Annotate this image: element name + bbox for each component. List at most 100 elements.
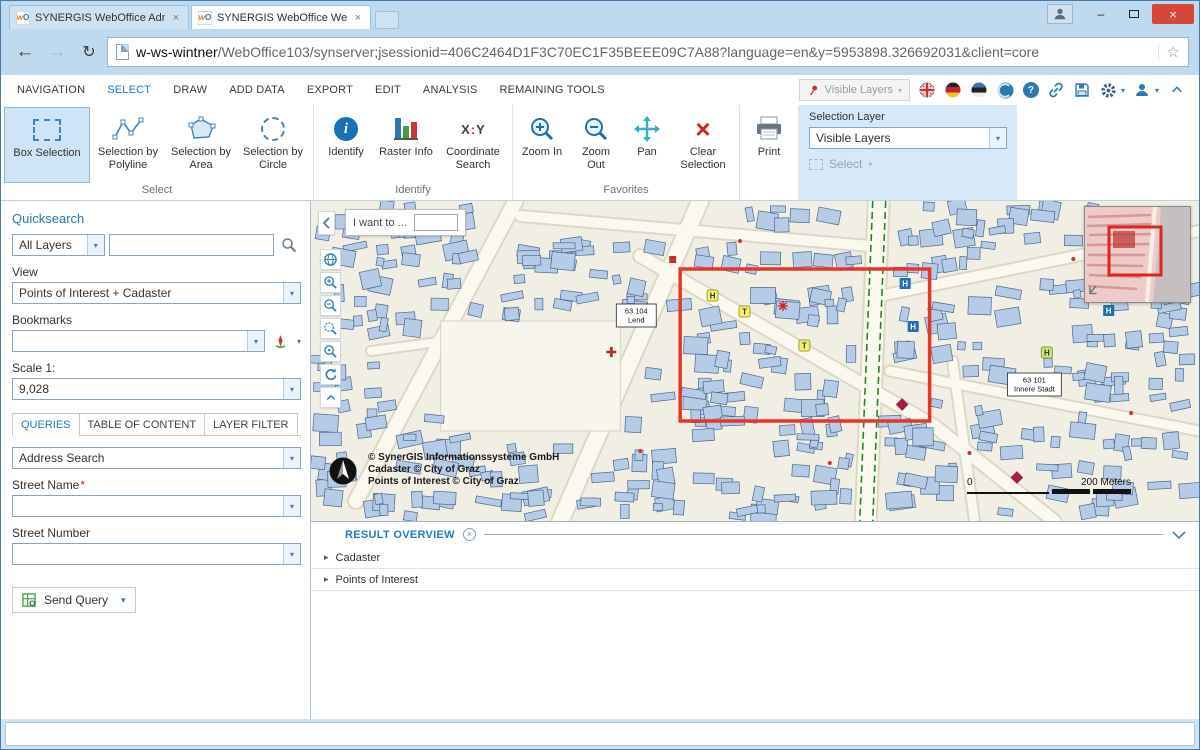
collapse-map-tools-button[interactable]: [320, 387, 341, 408]
collapse-sidebar-button[interactable]: [318, 211, 335, 235]
map-zoom-out-button[interactable]: [320, 295, 341, 316]
refresh-map-button[interactable]: [320, 364, 341, 385]
result-row-cadaster[interactable]: ▸ Cadaster: [311, 547, 1199, 569]
close-button[interactable]: ×: [1152, 4, 1194, 24]
flag-estonia-icon[interactable]: [971, 82, 988, 99]
flag-germany-icon[interactable]: [945, 82, 962, 99]
tab-close-icon[interactable]: ×: [170, 12, 182, 24]
visible-layers-pinned-dropdown[interactable]: Visible Layers ▾: [799, 79, 910, 101]
chevron-down-icon: ▾: [868, 160, 872, 169]
identify-tool[interactable]: i Identify: [317, 107, 375, 183]
browser-tab-admin[interactable]: wO SYNERGIS WebOffice Adm ×: [9, 5, 189, 29]
tab-close-icon[interactable]: ×: [352, 12, 364, 24]
query-type-dropdown[interactable]: Address Search ▾: [12, 447, 301, 469]
i-want-to-widget[interactable]: I want to ...: [345, 209, 466, 236]
quicksearch-layer-dropdown[interactable]: All Layers ▾: [12, 234, 105, 256]
search-button[interactable]: [278, 234, 301, 256]
raster-info-tool[interactable]: Raster Info: [375, 107, 437, 183]
url-text[interactable]: w-ws-wintner/WebOffice103/synserver;jses…: [136, 44, 1151, 60]
expand-triangle-icon[interactable]: ▸: [324, 552, 329, 563]
select-dropdown-button[interactable]: Select ▾: [809, 157, 1007, 171]
selection-by-circle-tool[interactable]: Selection by Circle: [236, 107, 310, 183]
browser-tab-web[interactable]: wO SYNERGIS WebOffice Web ×: [191, 5, 371, 29]
forward-button[interactable]: →: [43, 38, 71, 66]
i-want-to-input[interactable]: [414, 214, 458, 231]
overview-globe-button[interactable]: [320, 249, 341, 270]
save-icon[interactable]: [1074, 82, 1091, 99]
selection-by-polyline-tool[interactable]: Selection by Polyline: [90, 107, 166, 183]
favorites-star-icon[interactable]: ☆: [1158, 43, 1180, 61]
send-query-button[interactable]: Send Query ▾: [12, 587, 136, 613]
result-row-points-of-interest[interactable]: ▸ Points of Interest: [311, 569, 1199, 591]
add-bookmark-button[interactable]: [269, 330, 293, 352]
close-results-icon[interactable]: ×: [463, 528, 476, 541]
svg-text:H: H: [1106, 306, 1112, 315]
tab-layer-filter[interactable]: LAYER FILTER: [205, 413, 297, 436]
map-viewport[interactable]: H T T H H H H: [311, 201, 1199, 521]
chevron-down-icon: ▾: [283, 544, 300, 564]
map-zoom-in-button[interactable]: [320, 272, 341, 293]
pan-arrows-icon: [633, 112, 661, 146]
chevron-down-icon[interactable]: [1171, 529, 1187, 541]
maximize-button[interactable]: [1119, 4, 1149, 24]
chevron-down-icon[interactable]: ▾: [1121, 86, 1125, 95]
menu-navigation[interactable]: NAVIGATION: [17, 84, 85, 96]
collapse-ribbon-icon[interactable]: [1168, 82, 1185, 99]
chevron-down-icon: ▾: [283, 448, 300, 468]
street-number-combo[interactable]: ▾: [12, 543, 301, 565]
menu-edit[interactable]: EDIT: [375, 84, 401, 96]
box-selection-tool[interactable]: Box Selection: [4, 107, 90, 183]
selection-layer-dropdown[interactable]: Visible Layers ▾: [809, 127, 1007, 149]
scale-dropdown[interactable]: 9,028 ▾: [12, 378, 301, 400]
zoom-out-tool[interactable]: Zoom Out: [568, 107, 624, 183]
zoom-in-tool[interactable]: Zoom In: [516, 107, 568, 183]
print-tool[interactable]: Print: [743, 107, 795, 183]
expand-triangle-icon[interactable]: ▸: [324, 574, 329, 585]
gear-icon[interactable]: [1100, 82, 1117, 99]
zoom-window-button[interactable]: [320, 318, 341, 339]
address-bar[interactable]: w-ws-wintner/WebOffice103/synserver;jses…: [107, 37, 1189, 67]
sidebar: Quicksearch All Layers ▾ View Points of …: [1, 201, 311, 719]
overview-map[interactable]: [1084, 206, 1191, 303]
help-icon[interactable]: ?: [1023, 82, 1039, 98]
view-dropdown[interactable]: Points of Interest + Cadaster ▾: [12, 282, 301, 304]
login-person-icon[interactable]: [1134, 82, 1151, 99]
flag-uk-icon[interactable]: [919, 82, 936, 99]
tab-table-of-content[interactable]: TABLE OF CONTENT: [80, 413, 206, 436]
refresh-button[interactable]: ↻: [75, 38, 103, 66]
menu-draw[interactable]: DRAW: [173, 84, 207, 96]
clear-selection-tool[interactable]: × Clear Selection: [670, 107, 736, 183]
user-account-button[interactable]: [1047, 4, 1073, 24]
chevron-down-icon[interactable]: ▾: [297, 337, 301, 346]
menu-add-data[interactable]: ADD DATA: [229, 84, 285, 96]
street-name-combo[interactable]: ▾: [12, 495, 301, 517]
result-overview-panel: RESULT OVERVIEW × ▸ Cadaster ▸ Points of…: [311, 521, 1199, 719]
new-tab-button[interactable]: [375, 11, 399, 29]
selection-by-area-tool[interactable]: Selection by Area: [166, 107, 236, 183]
map-plaza: [441, 321, 621, 431]
send-query-icon: [22, 593, 37, 608]
tab-queries[interactable]: QUERIES: [12, 413, 80, 436]
svg-text:T: T: [742, 307, 747, 316]
map-tool-column: [320, 249, 341, 408]
menu-select[interactable]: SELECT: [107, 84, 151, 96]
red-x-icon: ×: [695, 116, 710, 142]
minimize-button[interactable]: –: [1086, 4, 1116, 24]
menu-remaining-tools[interactable]: REMAINING TOOLS: [500, 84, 605, 96]
pan-tool[interactable]: Pan: [624, 107, 670, 183]
scale-label: Scale 1:: [12, 361, 301, 375]
select-group: Box Selection Selection by Polyline Sele…: [1, 105, 314, 200]
previous-extent-button[interactable]: [320, 341, 341, 362]
chevron-down-icon[interactable]: ▾: [1155, 86, 1159, 95]
bookmarks-dropdown[interactable]: ▾: [12, 330, 265, 352]
menu-export[interactable]: EXPORT: [307, 84, 353, 96]
coordinate-search-tool[interactable]: X:Y Coordinate Search: [437, 107, 509, 183]
link-icon[interactable]: [1048, 82, 1065, 99]
weboffice-favicon: wO: [198, 11, 212, 25]
globe-icon[interactable]: [997, 82, 1014, 99]
street-name-label: Street Name*: [12, 478, 301, 492]
chevron-down-icon: ▾: [898, 86, 902, 95]
menu-analysis[interactable]: ANALYSIS: [423, 84, 478, 96]
quicksearch-input[interactable]: [109, 234, 274, 256]
back-button[interactable]: ←: [11, 38, 39, 66]
